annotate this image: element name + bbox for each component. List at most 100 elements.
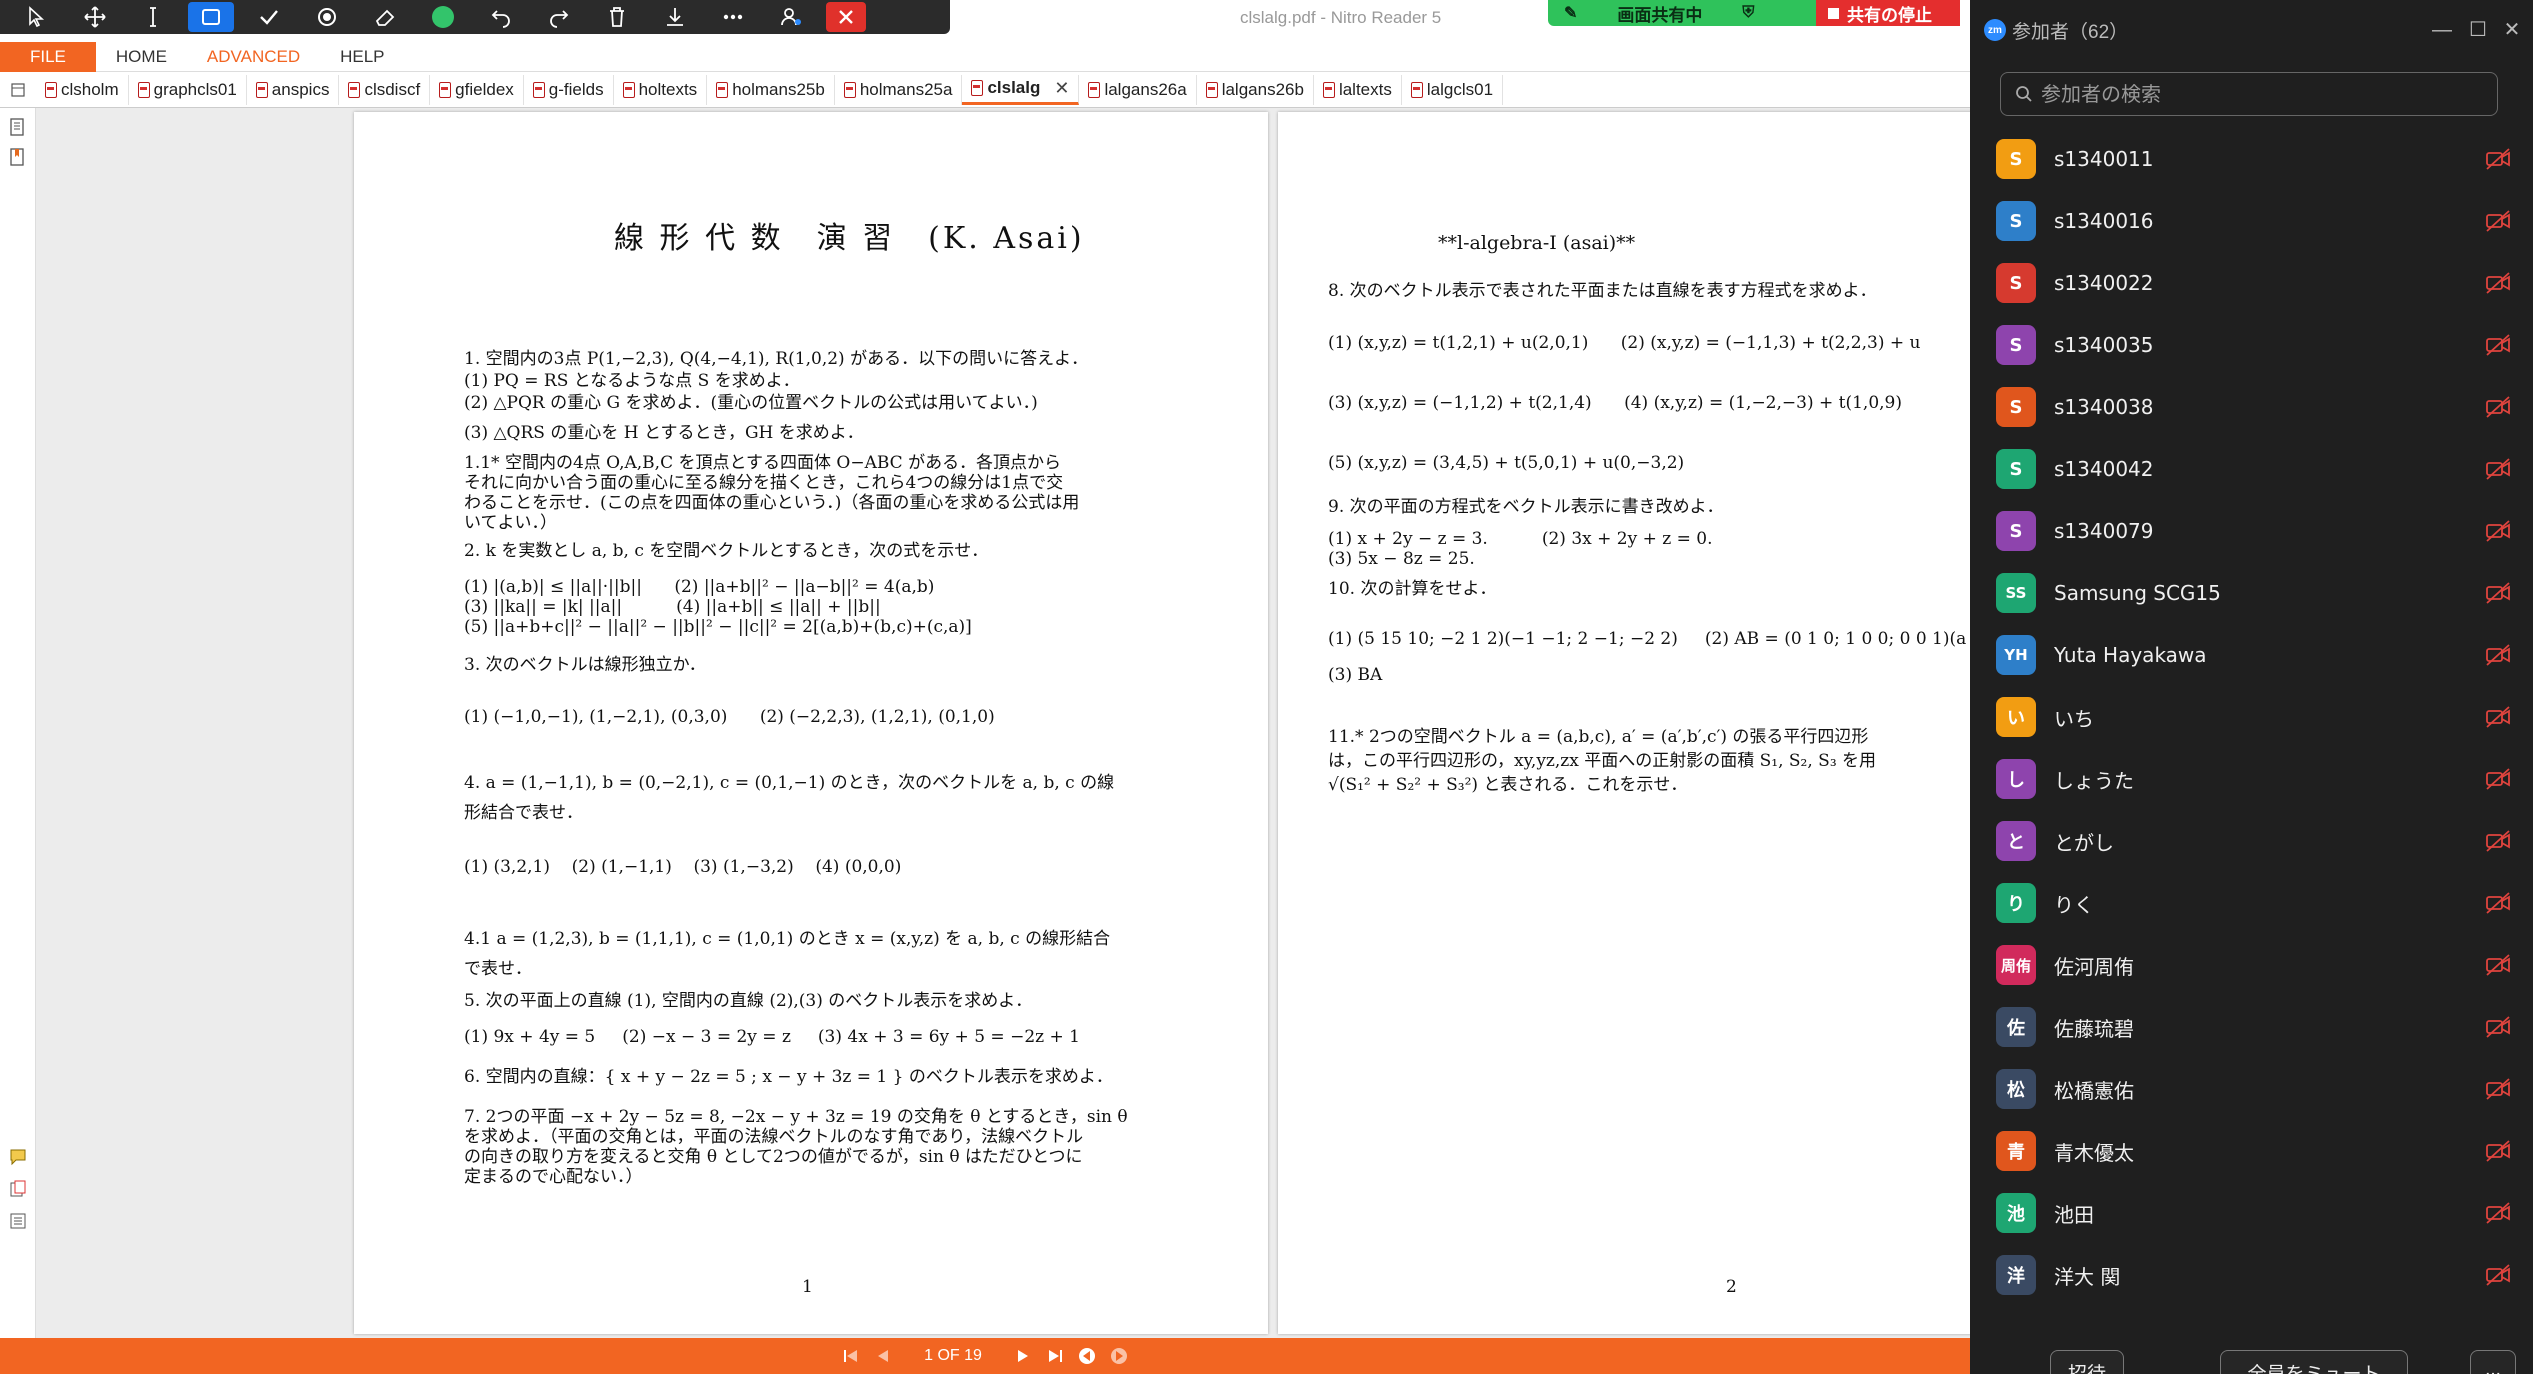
page1-line: で表せ． bbox=[464, 959, 532, 979]
doc-tab-clsholm[interactable]: clsholm bbox=[36, 74, 129, 105]
first-page-icon[interactable] bbox=[840, 1345, 862, 1367]
page1-line: 定まるので心配ない．） bbox=[464, 1167, 643, 1187]
page1-line: (5) ||a+b+c||² − ||a||² − ||b||² − ||c||… bbox=[464, 617, 972, 637]
zoom-logo-icon: zm bbox=[1984, 19, 2006, 41]
participant-row[interactable]: SS Samsung SCG15 bbox=[1970, 562, 2533, 624]
search-icon bbox=[2016, 86, 2032, 102]
pages-panel-icon[interactable] bbox=[7, 116, 29, 138]
shield-icon: ⛨ bbox=[1742, 4, 1755, 21]
undo-icon[interactable] bbox=[478, 2, 524, 32]
trash-icon[interactable] bbox=[594, 2, 640, 32]
participant-row[interactable]: Ss1340042 bbox=[1970, 438, 2533, 500]
page-indicator[interactable]: 1 OF 19 bbox=[904, 1347, 1002, 1365]
page2-line: は，この平行四辺形の，xy,yz,zx 平面への正射影の面積 S₁, S₂, S… bbox=[1328, 751, 1877, 771]
request-control-icon[interactable] bbox=[768, 2, 814, 32]
participant-row[interactable]: ししょうた bbox=[1970, 748, 2533, 810]
doc-tab-gfieldex[interactable]: gfieldex bbox=[430, 74, 524, 105]
next-view-icon[interactable] bbox=[1108, 1345, 1130, 1367]
participant-row[interactable]: ととがし bbox=[1970, 810, 2533, 872]
doc-tab-lalgcls01[interactable]: lalgcls01 bbox=[1402, 74, 1504, 105]
video-off-icon bbox=[2486, 148, 2510, 170]
doc-tab-lalgans26a[interactable]: lalgans26a bbox=[1079, 74, 1197, 105]
minimize-icon[interactable]: — bbox=[2430, 18, 2454, 42]
color-picker-icon[interactable] bbox=[420, 2, 466, 32]
participant-row[interactable]: 松松橋憲佑 bbox=[1970, 1058, 2533, 1120]
avatar: S bbox=[1996, 387, 2036, 427]
avatar: S bbox=[1996, 263, 2036, 303]
bookmarks-panel-icon[interactable] bbox=[7, 146, 29, 168]
avatar: と bbox=[1996, 821, 2036, 861]
rectangle-tool-icon[interactable] bbox=[188, 2, 234, 32]
participant-row[interactable]: Ss1340035 bbox=[1970, 314, 2533, 376]
doc-tab-label: g-fields bbox=[548, 79, 604, 99]
stamp-icon[interactable] bbox=[304, 2, 350, 32]
stop-share-button[interactable]: 共有の停止 bbox=[1816, 0, 1960, 26]
doc-tab-lalgans26b[interactable]: lalgans26b bbox=[1197, 74, 1314, 105]
doc-tab-laltexts[interactable]: laltexts bbox=[1314, 74, 1402, 105]
search-input[interactable] bbox=[2041, 82, 2481, 106]
tab-list-icon[interactable] bbox=[0, 72, 36, 108]
next-page-icon[interactable] bbox=[1012, 1345, 1034, 1367]
doc-tab-clsdiscf[interactable]: clsdiscf bbox=[339, 74, 431, 105]
close-icon[interactable]: ✕ bbox=[2500, 18, 2524, 42]
checkmark-icon[interactable] bbox=[246, 2, 292, 32]
screen-sharing-indicator[interactable]: ✎ 画面共有中 ⛨ bbox=[1548, 0, 1816, 26]
participant-row[interactable]: りりく bbox=[1970, 872, 2533, 934]
video-off-icon bbox=[2486, 644, 2510, 666]
video-off-icon bbox=[2486, 830, 2510, 852]
participant-name: いち bbox=[2054, 706, 2094, 731]
document-viewer[interactable]: 線 形 代 数 演 習 (K. Asai) 1. 空間内の3点 P(1,−2,3… bbox=[36, 108, 1970, 1338]
tab-help[interactable]: HELP bbox=[320, 42, 404, 72]
save-download-icon[interactable] bbox=[652, 2, 698, 32]
participant-row[interactable]: YH Yuta Hayakawa bbox=[1970, 624, 2533, 686]
doc-tab-holmans25a[interactable]: holmans25a bbox=[835, 74, 963, 105]
attachments-panel-icon[interactable] bbox=[7, 1178, 29, 1200]
page1-line: の向きの取り方を変えると交角 θ として2つの値がでるが，sin θ はただひと… bbox=[464, 1147, 1083, 1167]
doc-tab-label: holtexts bbox=[638, 79, 698, 99]
last-page-icon[interactable] bbox=[1044, 1345, 1066, 1367]
more-button[interactable]: ... bbox=[2470, 1350, 2516, 1374]
participant-row[interactable]: 洋洋大 関 bbox=[1970, 1244, 2533, 1306]
eraser-icon[interactable] bbox=[362, 2, 408, 32]
maximize-icon[interactable]: ☐ bbox=[2466, 18, 2490, 42]
tab-advanced[interactable]: ADVANCED bbox=[187, 42, 320, 72]
doc-tab-g-fields[interactable]: g-fields bbox=[524, 74, 614, 105]
pointer-icon[interactable] bbox=[14, 2, 60, 32]
participant-name: とがし bbox=[2054, 830, 2114, 855]
mute-all-button[interactable]: 全員をミュート bbox=[2220, 1350, 2408, 1374]
comments-panel-icon[interactable] bbox=[7, 1146, 29, 1168]
previous-page-icon[interactable] bbox=[872, 1345, 894, 1367]
participant-name: s1340042 bbox=[2054, 457, 2154, 481]
participant-row[interactable]: Ss1340079 bbox=[1970, 500, 2533, 562]
doc-tab-holtexts[interactable]: holtexts bbox=[614, 74, 708, 105]
move-icon[interactable] bbox=[72, 2, 118, 32]
tab-home[interactable]: HOME bbox=[96, 42, 187, 72]
participant-row[interactable]: Ss1340016 bbox=[1970, 190, 2533, 252]
avatar: 松 bbox=[1996, 1069, 2036, 1109]
doc-tab-holmans25b[interactable]: holmans25b bbox=[707, 74, 835, 105]
participant-row[interactable]: いいち bbox=[1970, 686, 2533, 748]
participant-row[interactable]: 青青木優太 bbox=[1970, 1120, 2533, 1182]
invite-button[interactable]: 招待 bbox=[2050, 1350, 2124, 1374]
participant-list[interactable]: Ss1340011 Ss1340016 Ss1340022 Ss1340035 Ss13… bbox=[1970, 128, 2533, 1328]
annotation-toolbar bbox=[0, 0, 950, 34]
tab-file[interactable]: FILE bbox=[0, 41, 96, 72]
output-panel-icon[interactable] bbox=[7, 1210, 29, 1232]
close-annotation-icon[interactable] bbox=[826, 2, 866, 32]
redo-icon[interactable] bbox=[536, 2, 582, 32]
doc-tab-anspics[interactable]: anspics bbox=[247, 74, 340, 105]
participant-row[interactable]: Ss1340038 bbox=[1970, 376, 2533, 438]
participant-search[interactable] bbox=[2000, 72, 2498, 116]
previous-view-icon[interactable] bbox=[1076, 1345, 1098, 1367]
close-tab-icon[interactable]: ✕ bbox=[1054, 78, 1069, 99]
participant-row[interactable]: Ss1340022 bbox=[1970, 252, 2533, 314]
doc-tab-clslalg[interactable]: clslalg ✕ bbox=[962, 74, 1080, 105]
doc-tab-graphcls01[interactable]: graphcls01 bbox=[129, 74, 247, 105]
participant-row[interactable]: 池池田 bbox=[1970, 1182, 2533, 1244]
participant-row[interactable]: 周侑 佐河周侑 bbox=[1970, 934, 2533, 996]
more-options-icon[interactable] bbox=[710, 2, 756, 32]
participant-row[interactable]: 佐佐藤琉碧 bbox=[1970, 996, 2533, 1058]
participant-name: 青木優太 bbox=[2054, 1140, 2134, 1165]
participant-row[interactable]: Ss1340011 bbox=[1970, 128, 2533, 190]
text-cursor-icon[interactable] bbox=[130, 2, 176, 32]
